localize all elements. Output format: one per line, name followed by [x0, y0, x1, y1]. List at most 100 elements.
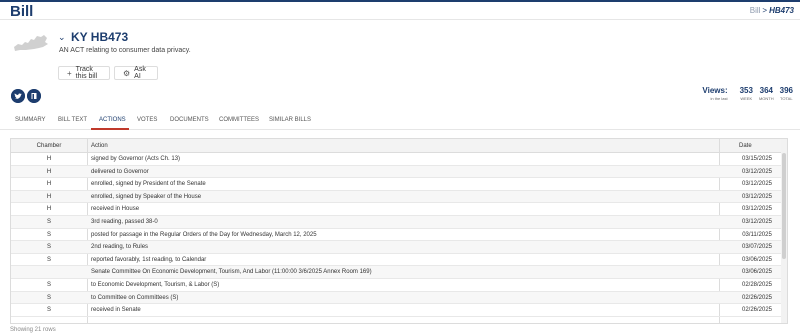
cell-chamber: H [46, 181, 52, 188]
bill-description: AN ACT relating to consumer data privacy… [59, 47, 191, 54]
cell-chamber: S [46, 281, 51, 288]
actions-table: Chamber Action Date ▾ Hsigned by Governo… [10, 138, 788, 324]
track-bill-label: Track this bill [75, 66, 98, 80]
cell-date: 03/07/2025 [741, 244, 773, 251]
breadcrumb: Bill > HB473 [750, 6, 794, 15]
tab-actions[interactable]: ACTIONS [99, 117, 126, 123]
bill-id: KY HB473 [71, 30, 129, 44]
views-label-group: Views: in the last [702, 86, 727, 101]
table-scrollbar[interactable] [781, 139, 787, 323]
table-row[interactable]: S 3rd reading, passed 38-0 03/12/2025 [11, 215, 787, 229]
ask-ai-button[interactable]: ⚙ Ask AI [114, 66, 158, 80]
facebook-icon[interactable] [27, 89, 41, 103]
cell-chamber: H [46, 156, 52, 162]
cell-action: 2nd reading, to Rules [91, 244, 149, 251]
top-bar: Bill Bill > HB473 [0, 0, 800, 20]
views-month: 364 MONTH [759, 86, 774, 101]
table-body: Hsigned by Governor (Acts Ch. 13) 03/15/2… [11, 153, 787, 317]
cell-date: 03/15/2025 [741, 156, 773, 162]
cell-date: 03/11/2025 [742, 231, 772, 238]
table-row[interactable]: Sto Committee on Committees (S) 02/26/202… [11, 291, 787, 305]
tab-similar-bills[interactable]: SIMILAR BILLS [269, 117, 311, 123]
track-bill-button[interactable]: + Track this bill [58, 66, 110, 80]
table-row[interactable]: Henrolled, signed by President of the Se… [11, 178, 787, 191]
tab-votes[interactable]: VOTES [137, 117, 157, 123]
views-week: 353 WEEK [740, 86, 753, 101]
cell-action: enrolled, signed by Speaker of the House [91, 193, 202, 200]
cell-chamber: H [46, 193, 52, 200]
scrollbar-thumb[interactable] [782, 153, 786, 259]
cell-date: 03/12/2025 [741, 168, 773, 175]
cell-date: 02/26/2025 [741, 294, 773, 301]
cell-action: posted for passage in the Regular Orders… [91, 231, 317, 238]
cell-action: enrolled, signed by President of the Sen… [91, 181, 206, 188]
tab-committees[interactable]: COMMITTEES [219, 117, 259, 123]
cell-action: 3rd reading, passed 38-0 [91, 218, 158, 225]
plus-icon: + [67, 68, 72, 78]
cell-chamber: S [46, 244, 51, 251]
table-row[interactable]: S 2nd reading, to Rules 03/07/2025 [11, 241, 787, 254]
tab-bill-text[interactable]: BILL TEXT [58, 117, 87, 123]
table-row[interactable]: Sto Economic Development, Tourism, & Lab… [11, 279, 787, 292]
table-row[interactable]: Sposted for passage in the Regular Order… [11, 229, 787, 242]
cell-date: 03/12/2025 [741, 206, 773, 213]
cell-action: received in House [91, 206, 140, 213]
views-month-value: 364 [759, 86, 773, 95]
table-row[interactable]: Hsigned by Governor (Acts Ch. 13) 03/15/2… [11, 153, 787, 166]
cell-action: reported favorably, 1st reading, to Cale… [91, 256, 207, 263]
cell-chamber: S [46, 294, 51, 301]
cell-chamber: H [46, 168, 52, 175]
twitter-icon[interactable] [11, 89, 25, 103]
row-count: Showing 21 rows [10, 327, 56, 333]
table-header: Chamber Action Date ▾ [11, 139, 787, 153]
table-row[interactable]: Senate Committee On Economic Development… [11, 266, 787, 279]
views-label: Views: [702, 86, 728, 95]
tab-documents[interactable]: DOCUMENTS [170, 117, 209, 123]
column-header-action[interactable]: Action [91, 143, 108, 149]
bill-header: ⌄ KY HB473 [58, 30, 128, 44]
cell-action: received in Senate [91, 307, 141, 314]
page-title: Bill [10, 3, 34, 20]
cell-chamber: S [46, 307, 51, 314]
views-month-label: MONTH [758, 96, 774, 101]
ask-ai-label: Ask AI [134, 66, 146, 80]
cell-date: 03/12/2025 [741, 218, 773, 225]
cell-action: delivered to Governor [91, 168, 149, 175]
tab-summary[interactable]: SUMMARY [15, 117, 46, 123]
breadcrumb-separator: > [762, 6, 768, 15]
wrench-icon: ⚙ [123, 68, 131, 78]
cell-chamber: S [46, 218, 51, 225]
kentucky-map-icon [14, 35, 48, 51]
cell-action: to Committee on Committees (S) [91, 294, 179, 301]
cell-date: 03/12/2025 [741, 193, 773, 200]
column-header-date[interactable]: Date [739, 143, 752, 149]
cell-date: 03/06/2025 [741, 256, 773, 263]
table-row[interactable]: Sreported favorably, 1st reading, to Cal… [11, 254, 787, 267]
bill-tabs: SUMMARY BILL TEXT ACTIONS VOTES DOCUMENT… [0, 111, 800, 130]
views-total: 396 TOTAL [780, 86, 793, 101]
cell-action: Senate Committee On Economic Development… [91, 269, 372, 276]
breadcrumb-parent[interactable]: Bill [750, 6, 761, 15]
views-week-value: 353 [739, 86, 753, 95]
column-header-chamber[interactable]: Chamber [11, 143, 87, 149]
cell-action: signed by Governor (Acts Ch. 13) [91, 156, 181, 162]
table-row[interactable]: Sreceived in Senate 02/26/2025 [11, 304, 787, 317]
breadcrumb-current: HB473 [769, 6, 794, 15]
views-total-label: TOTAL [780, 96, 793, 101]
cell-date: 03/12/2025 [741, 181, 773, 188]
cell-chamber: S [46, 231, 51, 238]
views-week-label: WEEK [740, 96, 753, 101]
cell-chamber: H [46, 206, 52, 213]
active-tab-indicator [91, 128, 129, 130]
table-row[interactable]: Henrolled, signed by Speaker of the Hous… [11, 190, 787, 204]
top-accent-line [0, 0, 800, 2]
table-row[interactable]: Hdelivered to Governor 03/12/2025 [11, 165, 787, 179]
cell-date: 02/28/2025 [741, 281, 773, 288]
chevron-down-icon[interactable]: ⌄ [58, 32, 68, 43]
view-stats: Views: in the last 353 WEEK 364 MONTH 39… [702, 86, 793, 101]
cell-chamber: S [46, 256, 51, 263]
views-sublabel: in the last [710, 96, 728, 101]
cell-date: 02/26/2025 [741, 307, 773, 314]
cell-action: to Economic Development, Tourism, & Labo… [91, 281, 220, 288]
table-row[interactable]: Hreceived in House 03/12/2025 [11, 203, 787, 216]
